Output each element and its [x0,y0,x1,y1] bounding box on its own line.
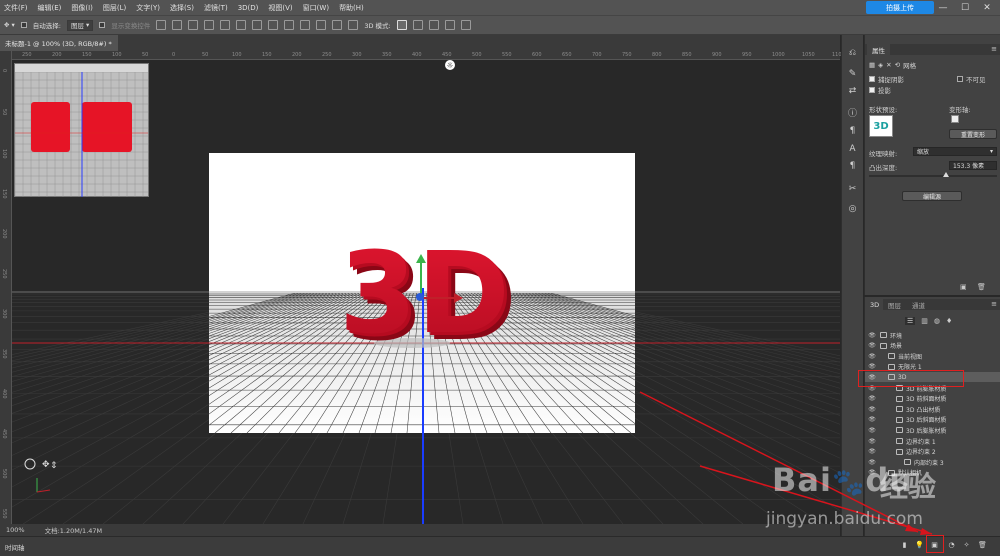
watermark-brand: 经验 [880,470,937,503]
watermark-url: jingyan.baidu.com [766,509,923,529]
baidu-watermark: Bai🐾du 经验 jingyan.baidu.com [760,455,990,541]
